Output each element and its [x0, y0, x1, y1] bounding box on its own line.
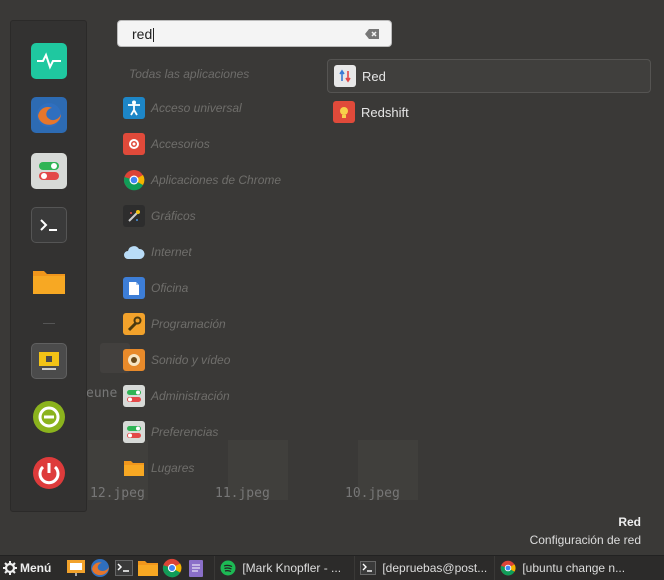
category-item-acceso-universal[interactable]: Acceso universal: [123, 95, 323, 121]
menu-label: Menú: [20, 561, 52, 575]
search-input-value: red: [132, 26, 155, 43]
presentation-icon[interactable]: [65, 557, 87, 579]
category-label: Programación: [151, 317, 226, 331]
category-item-lugares[interactable]: Lugares: [123, 455, 323, 481]
network-icon: [334, 65, 356, 87]
chrome-icon[interactable]: [161, 557, 183, 579]
chrome-icon: [123, 169, 145, 191]
category-label: Internet: [151, 245, 192, 259]
desktop-file-label: 10.jpeg: [345, 486, 400, 501]
task-label: [Mark Knopfler - ...: [242, 561, 342, 575]
places-folder-icon: [123, 457, 145, 479]
result-item-redshift[interactable]: Redshift: [327, 95, 651, 129]
system-monitor-icon[interactable]: [31, 43, 67, 79]
category-label: Oficina: [151, 281, 189, 295]
favorites-sidebar: [10, 20, 87, 512]
text-caret: [153, 28, 155, 43]
category-label: Aplicaciones de Chrome: [151, 173, 282, 187]
desktop: eune 12.jpeg 11.jpeg 10.jpeg red Todas l…: [0, 0, 664, 580]
redshift-icon: [333, 101, 355, 123]
category-item-aplicaciones-chrome[interactable]: Aplicaciones de Chrome: [123, 167, 323, 193]
desktop-file-label: eune: [86, 386, 118, 401]
category-label: Acceso universal: [151, 101, 242, 115]
result-label: Red: [362, 68, 386, 84]
menu-button[interactable]: Menú: [0, 556, 57, 580]
category-item-oficina[interactable]: Oficina: [123, 275, 323, 301]
gear-icon: [3, 561, 17, 575]
speaker-icon: [123, 349, 145, 371]
category-label: Preferencias: [151, 425, 219, 439]
taskbar: Menú [Mark Knopfler - ... [depruebas@pos…: [0, 555, 664, 580]
task-spotify[interactable]: [Mark Knopfler - ...: [214, 555, 354, 580]
wrench-icon: [123, 313, 145, 335]
category-item-programacion[interactable]: Programación: [123, 311, 323, 337]
task-label: [ubuntu change n...: [522, 561, 626, 575]
category-item-preferencias[interactable]: Preferencias: [123, 419, 323, 445]
category-item-internet[interactable]: Internet: [123, 239, 323, 265]
firefox-icon[interactable]: [89, 557, 111, 579]
admin-toggle-icon: [123, 385, 145, 407]
category-all-applications[interactable]: Todas las aplicaciones: [129, 67, 249, 81]
clear-search-icon[interactable]: [365, 29, 379, 39]
accessories-icon: [123, 133, 145, 155]
power-icon[interactable]: [31, 455, 67, 491]
category-label: Gráficos: [151, 209, 196, 223]
desktop-file-label: 11.jpeg: [215, 486, 270, 501]
folder-icon[interactable]: [137, 557, 159, 579]
logout-icon[interactable]: [31, 399, 67, 435]
terminal-icon[interactable]: [113, 557, 135, 579]
category-label: Sonido y vídeo: [151, 353, 231, 367]
folder-icon[interactable]: [31, 263, 67, 299]
terminal-icon[interactable]: [31, 207, 67, 243]
category-label: Administración: [151, 389, 230, 403]
spotify-icon: [220, 560, 236, 576]
desktop-file-label: 12.jpeg: [90, 486, 145, 501]
task-chrome[interactable]: [ubuntu change n...: [494, 555, 638, 580]
graphics-icon: [123, 205, 145, 227]
terminal-icon: [360, 560, 377, 576]
lock-screen-icon[interactable]: [31, 343, 67, 379]
task-label: [depruebas@post...: [382, 561, 488, 575]
firefox-icon[interactable]: [31, 97, 67, 133]
cloud-icon: [123, 241, 145, 263]
accessibility-icon: [123, 97, 145, 119]
selected-app-description: Configuración de red: [529, 533, 641, 547]
category-item-graficos[interactable]: Gráficos: [123, 203, 323, 229]
category-label: Lugares: [151, 461, 195, 475]
result-label: Redshift: [361, 104, 409, 120]
text-editor-icon[interactable]: [185, 557, 207, 579]
sidebar-separator: [43, 323, 55, 324]
task-terminal[interactable]: [depruebas@post...: [354, 555, 494, 580]
settings-toggle-icon[interactable]: [31, 153, 67, 189]
result-item-red[interactable]: Red: [327, 59, 651, 93]
office-icon: [123, 277, 145, 299]
category-item-administracion[interactable]: Administración: [123, 383, 323, 409]
search-input[interactable]: red: [117, 20, 392, 47]
category-label: Accesorios: [151, 137, 210, 151]
chrome-icon: [500, 560, 516, 576]
selected-app-title: Red: [618, 515, 641, 529]
category-item-accesorios[interactable]: Accesorios: [123, 131, 323, 157]
category-item-sonido-video[interactable]: Sonido y vídeo: [123, 347, 323, 373]
preferences-toggle-icon: [123, 421, 145, 443]
